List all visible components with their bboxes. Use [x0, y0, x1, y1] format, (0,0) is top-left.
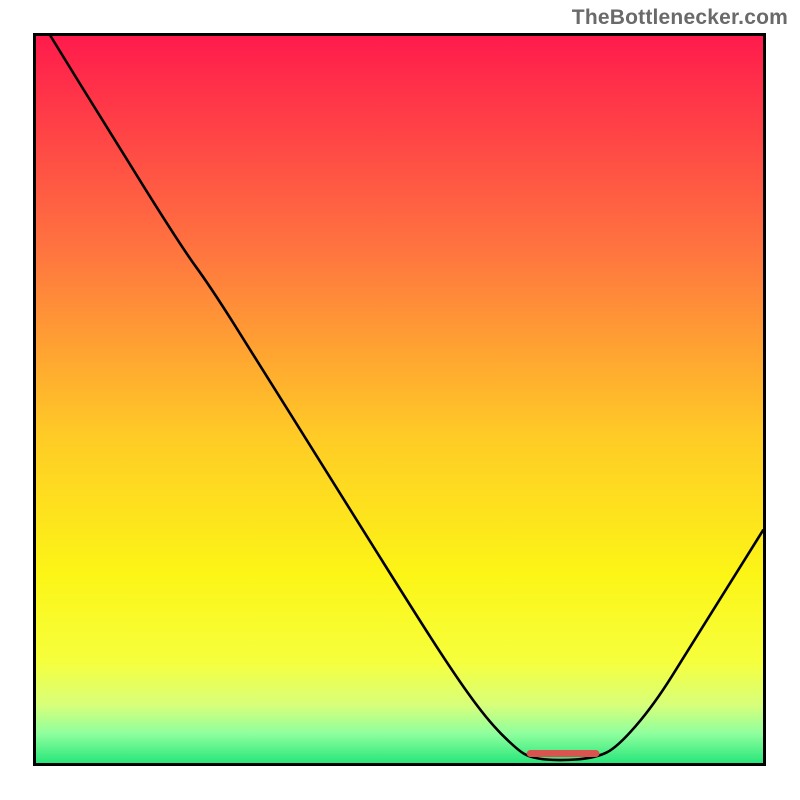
chart-gradient-background — [36, 36, 763, 763]
chart-canvas — [36, 36, 763, 763]
minimum-marker — [527, 750, 600, 757]
watermark-text: TheBottlenecker.com — [572, 6, 788, 30]
